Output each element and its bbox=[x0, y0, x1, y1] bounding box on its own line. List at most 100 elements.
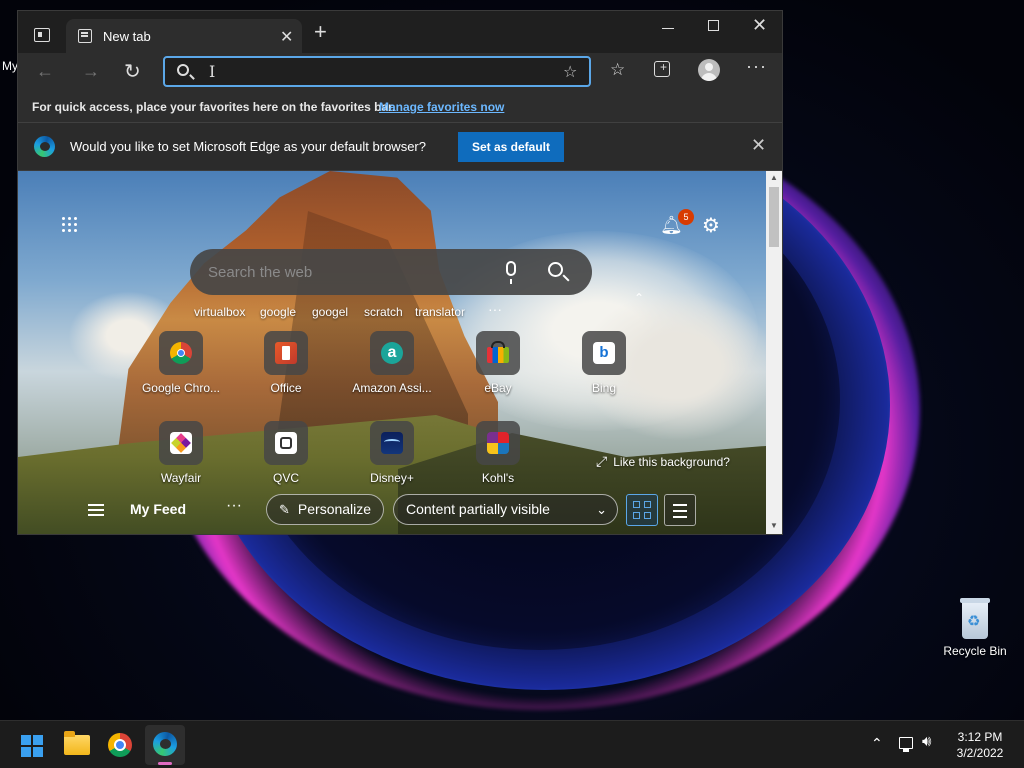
pencil-icon: ✎ bbox=[279, 502, 290, 517]
file-explorer-icon[interactable] bbox=[64, 731, 90, 755]
favorites-star-icon[interactable]: ☆ bbox=[610, 60, 625, 80]
quick-link-label: QVC bbox=[272, 471, 299, 485]
back-arrow-icon[interactable]: ← bbox=[36, 61, 54, 82]
quick-link-bing[interactable]: b Bing bbox=[564, 331, 644, 411]
quick-link-label: Disney+ bbox=[370, 471, 414, 485]
app-launcher-icon[interactable] bbox=[62, 217, 78, 233]
quick-link-label: Amazon Assi... bbox=[352, 381, 432, 395]
personalize-label: Personalize bbox=[297, 501, 372, 517]
recent-searches: virtualbox google googel scratch transla… bbox=[194, 301, 524, 323]
quick-link-label: Office bbox=[270, 381, 302, 395]
feed-more-icon[interactable]: ··· bbox=[226, 497, 242, 515]
title-bar: New tab ✕ + ✕ bbox=[18, 11, 782, 53]
ebay-tile-icon bbox=[476, 331, 520, 375]
infobar-close-icon[interactable]: ✕ bbox=[751, 135, 766, 156]
scrollbar-thumb[interactable] bbox=[769, 187, 779, 247]
refresh-icon[interactable]: ↻ bbox=[124, 59, 141, 84]
tab-title: New tab bbox=[103, 29, 151, 44]
recent-search-chip[interactable]: scratch bbox=[364, 305, 403, 319]
tab-actions-icon[interactable] bbox=[34, 28, 50, 42]
recent-search-chip[interactable]: virtualbox bbox=[194, 305, 245, 319]
maximize-icon[interactable] bbox=[708, 20, 719, 31]
active-app-indicator bbox=[158, 762, 172, 765]
scroll-down-arrow-icon[interactable]: ▼ bbox=[770, 521, 778, 530]
quick-link-amazon-assistant[interactable]: a Amazon Assi... bbox=[352, 331, 432, 411]
infobar-message: Would you like to set Microsoft Edge as … bbox=[70, 139, 426, 154]
amazon-assistant-tile-icon: a bbox=[370, 331, 414, 375]
page-scrollbar[interactable]: ▲ ▼ bbox=[766, 171, 782, 534]
feed-bar: My Feed ··· ✎ Personalize Content partial… bbox=[18, 489, 766, 534]
web-search-box[interactable] bbox=[190, 249, 592, 295]
kohls-tile-icon bbox=[476, 421, 520, 465]
more-options-icon[interactable]: ··· bbox=[746, 56, 767, 77]
volume-icon[interactable]: 🔊︎ bbox=[922, 733, 931, 750]
list-view-icon[interactable] bbox=[664, 494, 696, 526]
bing-tile-icon: b bbox=[582, 331, 626, 375]
recent-search-chip[interactable]: googel bbox=[312, 305, 348, 319]
minimize-icon[interactable] bbox=[662, 28, 674, 29]
qvc-tile-icon bbox=[264, 421, 308, 465]
desktop-icon-label-partial[interactable]: My bbox=[2, 59, 18, 73]
show-hidden-icons-chevron-icon[interactable]: ⌃ bbox=[871, 735, 883, 752]
notifications-badge: 5 bbox=[678, 209, 694, 225]
quick-link-label: Kohl's bbox=[481, 471, 515, 485]
quick-link-office[interactable]: Office bbox=[246, 331, 326, 411]
chrome-icon[interactable] bbox=[108, 733, 132, 757]
quick-link-ebay[interactable]: eBay bbox=[458, 331, 538, 411]
quick-link-label: eBay bbox=[484, 381, 512, 395]
collections-icon[interactable] bbox=[654, 60, 670, 77]
favorites-bar-message: For quick access, place your favorites h… bbox=[32, 100, 396, 114]
recycle-bin-desktop-icon[interactable]: ♻ Recycle Bin bbox=[940, 596, 1010, 658]
search-icon[interactable] bbox=[548, 262, 563, 277]
like-background-link[interactable]: ⤢ Like this background? bbox=[596, 453, 730, 470]
recent-search-chip[interactable]: translator bbox=[415, 305, 465, 319]
edge-icon[interactable] bbox=[153, 732, 177, 756]
network-icon[interactable] bbox=[899, 737, 913, 752]
chrome-tile-icon bbox=[159, 331, 203, 375]
clock-date: 3/2/2022 bbox=[956, 746, 1004, 760]
text-cursor-icon: I bbox=[209, 62, 216, 81]
windows-start-icon[interactable] bbox=[21, 735, 43, 757]
new-tab-plus-icon[interactable]: + bbox=[314, 21, 327, 43]
edge-logo-icon bbox=[34, 136, 55, 157]
address-input[interactable] bbox=[225, 61, 545, 83]
add-favorite-star-icon[interactable]: ☆ bbox=[563, 62, 577, 82]
chevron-up-icon[interactable]: ⌃ bbox=[634, 291, 644, 305]
more-searches-icon[interactable]: ··· bbox=[488, 301, 502, 317]
expand-icon: ⤢ bbox=[596, 453, 608, 469]
tab-new-tab[interactable]: New tab ✕ bbox=[66, 19, 302, 53]
wayfair-tile-icon bbox=[159, 421, 203, 465]
favorites-bar: For quick access, place your favorites h… bbox=[18, 91, 782, 123]
taskbar: ⌃ 🔊︎ 3:12 PM 3/2/2022 bbox=[0, 720, 1024, 768]
content-visibility-label: Content partially visible bbox=[406, 501, 550, 517]
my-feed-title[interactable]: My Feed bbox=[130, 501, 186, 517]
personalize-button[interactable]: ✎ Personalize bbox=[266, 494, 384, 525]
manage-favorites-link[interactable]: Manage favorites now bbox=[379, 100, 504, 114]
like-background-label: Like this background? bbox=[613, 455, 730, 469]
set-as-default-button[interactable]: Set as default bbox=[458, 132, 564, 162]
scroll-up-arrow-icon[interactable]: ▲ bbox=[770, 173, 778, 182]
forward-arrow-icon[interactable]: → bbox=[82, 61, 100, 82]
navigation-toolbar: ← → ↻ I ☆ ☆ ··· bbox=[18, 53, 782, 91]
edge-browser-window: New tab ✕ + ✕ ← → ↻ I ☆ ☆ ··· For quick … bbox=[17, 10, 783, 535]
grid-view-icon[interactable] bbox=[626, 494, 658, 526]
hamburger-menu-icon[interactable] bbox=[88, 504, 104, 516]
quick-link-google-chrome[interactable]: Google Chro... bbox=[141, 331, 221, 411]
default-browser-infobar: Would you like to set Microsoft Edge as … bbox=[18, 123, 782, 171]
tab-close-icon[interactable]: ✕ bbox=[280, 27, 293, 47]
web-search-input[interactable] bbox=[208, 261, 488, 283]
new-tab-page-icon bbox=[78, 29, 92, 43]
address-search-icon bbox=[177, 64, 189, 76]
content-visibility-dropdown[interactable]: Content partially visible ⌄ bbox=[393, 494, 618, 525]
window-close-icon[interactable]: ✕ bbox=[752, 15, 767, 36]
recycle-bin-label: Recycle Bin bbox=[943, 644, 1007, 658]
profile-avatar[interactable] bbox=[698, 59, 720, 81]
recent-search-chip[interactable]: google bbox=[260, 305, 296, 319]
microphone-icon[interactable] bbox=[506, 261, 516, 284]
settings-gear-icon[interactable]: ⚙ bbox=[702, 213, 720, 238]
clock-time: 3:12 PM bbox=[957, 730, 1003, 744]
system-clock[interactable]: 3:12 PM 3/2/2022 bbox=[950, 729, 1010, 761]
recycle-bin-icon: ♻ bbox=[958, 598, 992, 640]
office-tile-icon bbox=[264, 331, 308, 375]
address-bar[interactable]: I ☆ bbox=[163, 56, 591, 87]
